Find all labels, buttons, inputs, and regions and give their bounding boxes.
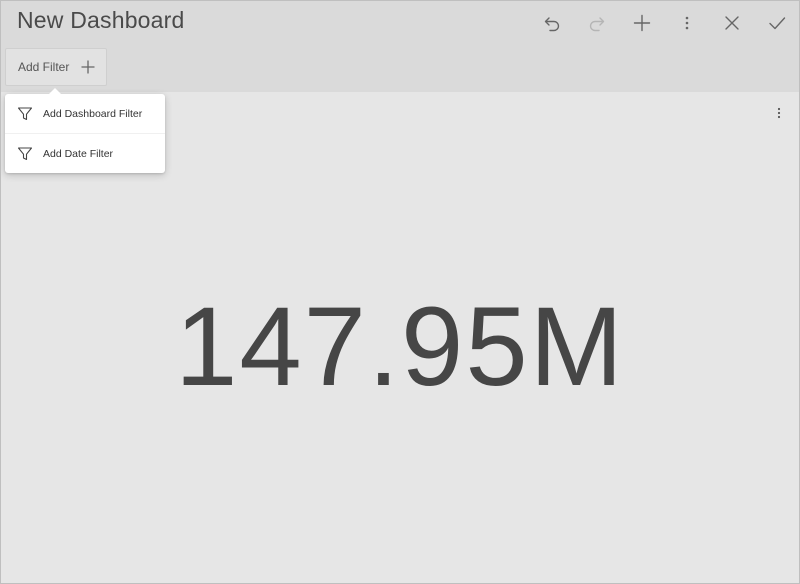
dashboard-title: New Dashboard: [17, 7, 185, 33]
header-toolbar: [529, 7, 799, 39]
add-widget-button[interactable]: [619, 7, 664, 39]
redo-button[interactable]: [574, 7, 619, 39]
app-frame: New Dashboard Add Filter 147.95M Add Das…: [0, 0, 800, 584]
dashboard-header: New Dashboard Add Filter: [1, 1, 799, 92]
close-button[interactable]: [709, 7, 754, 39]
menu-item-label: Add Dashboard Filter: [43, 107, 143, 120]
redo-icon: [589, 17, 604, 32]
check-icon: [768, 17, 785, 30]
more-vert-icon: [777, 107, 781, 119]
filter-dropdown-menu: Add Dashboard Filter Add Date Filter: [5, 94, 165, 173]
dropdown-caret: [49, 88, 61, 94]
add-filter-button[interactable]: Add Filter: [5, 48, 107, 86]
plus-icon: [81, 60, 95, 74]
filter-icon: [17, 147, 33, 161]
close-icon: [724, 16, 739, 30]
menu-item-add-dashboard-filter[interactable]: Add Dashboard Filter: [5, 94, 165, 133]
undo-button[interactable]: [529, 7, 574, 39]
more-vert-icon: [685, 16, 688, 30]
widget-menu-button[interactable]: [771, 105, 787, 121]
menu-item-add-date-filter[interactable]: Add Date Filter: [5, 133, 165, 173]
add-filter-label: Add Filter: [18, 60, 70, 74]
kpi-value: 147.95M: [175, 284, 625, 409]
filter-icon: [17, 107, 33, 121]
add-icon: [633, 14, 650, 32]
undo-icon: [544, 17, 559, 32]
menu-item-label: Add Date Filter: [43, 147, 114, 160]
save-button[interactable]: [754, 7, 799, 39]
more-options-button[interactable]: [664, 7, 709, 39]
